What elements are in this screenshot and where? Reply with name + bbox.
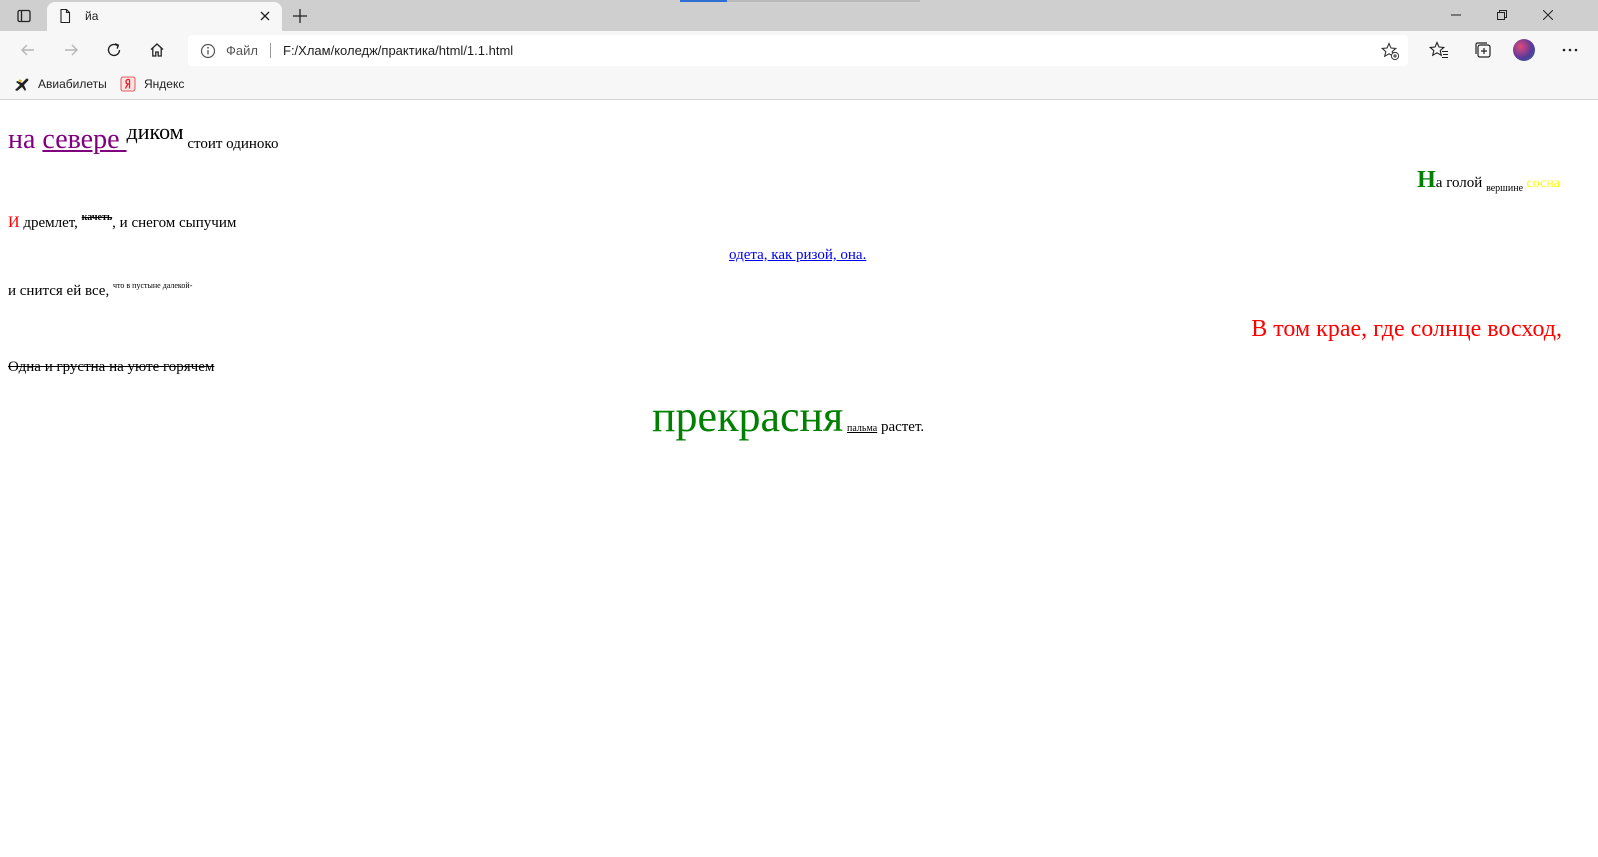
navigation-toolbar: Файл F:/Хлам/коледж/практика/html/1.1.ht…: [0, 31, 1598, 69]
verse-line-7-strikethrough: Одна и грустна на уюте горячем: [8, 359, 215, 375]
tab-title: йа: [85, 9, 99, 23]
reload-button[interactable]: [100, 36, 128, 64]
info-icon[interactable]: [200, 43, 216, 59]
verse-superscript: диком: [126, 119, 184, 144]
tab-actions-icon: [17, 9, 31, 23]
verse-link-severe[interactable]: севере: [42, 124, 126, 155]
verse-text: , и снегом сыпучим: [112, 215, 237, 231]
verse-line-5: и снится ей все, что в пустыне далекой-: [8, 281, 192, 300]
verse-strikethrough-superscript: качеть: [81, 212, 113, 223]
verse-text: дремлет,: [19, 215, 82, 231]
plus-icon: [293, 9, 307, 23]
verse-large-green-text: прекрасня: [652, 392, 844, 441]
arrow-right-icon: [65, 44, 78, 56]
page-icon: [60, 8, 71, 24]
verse-text: а голой: [1435, 175, 1487, 191]
refresh-icon: [107, 43, 121, 57]
home-button[interactable]: [143, 36, 171, 64]
verse-line-6: В том крае, где солнце восход,: [1251, 316, 1562, 342]
bookmark-aviabilety[interactable]: Авиабилеты: [14, 75, 107, 93]
close-icon: [1543, 10, 1553, 20]
favorites-button[interactable]: [1425, 36, 1453, 64]
title-bar: йа: [0, 0, 1598, 31]
arrow-left-icon: [21, 44, 34, 56]
verse-initial-letter: Н: [1417, 167, 1436, 193]
profile-avatar[interactable]: [1513, 39, 1535, 61]
minimize-icon: [1451, 14, 1461, 16]
minimize-button[interactable]: [1434, 0, 1478, 30]
verse-text: растет.: [877, 419, 925, 435]
close-window-button[interactable]: [1526, 0, 1570, 30]
restore-icon: [1497, 10, 1507, 20]
verse-superscript: что в пустыне далекой-: [112, 281, 193, 290]
verse-line-2: На голой вершине сосна: [1417, 167, 1560, 194]
verse-text: стоит одиноко: [183, 136, 279, 152]
verse-yellow-text: сосна: [1523, 176, 1560, 191]
url-text[interactable]: F:/Хлам/коледж/практика/html/1.1.html: [283, 43, 513, 58]
tab-close-button[interactable]: [256, 7, 274, 25]
page-viewport: на севере диком стоит одиноко На голой в…: [0, 101, 1598, 857]
bookmarks-bar: Авиабилеты Яндекс: [0, 69, 1598, 100]
settings-menu-button[interactable]: [1556, 36, 1584, 64]
new-tab-button[interactable]: [288, 4, 312, 28]
forward-button[interactable]: [57, 36, 85, 64]
collections-button[interactable]: [1469, 36, 1497, 64]
address-bar[interactable]: Файл F:/Хлам/коледж/практика/html/1.1.ht…: [188, 35, 1408, 66]
bookmark-yandex[interactable]: Яндекс: [120, 75, 184, 93]
browser-tab[interactable]: йа: [47, 2, 282, 31]
verse-red-letter: И: [8, 214, 20, 231]
verse-underlined-small: пальма: [847, 423, 878, 434]
verse-text: на: [8, 124, 43, 155]
airplane-icon: [14, 76, 30, 92]
bookmark-label: Авиабилеты: [38, 77, 107, 91]
close-icon: [260, 11, 270, 21]
verse-line-3: И дремлет, качеть, и снегом сыпучим: [8, 212, 236, 232]
verse-subscript: вершине: [1486, 183, 1524, 194]
loading-indicator: [680, 0, 920, 2]
more-icon: [1562, 48, 1578, 52]
tab-actions-button[interactable]: [8, 4, 40, 28]
bookmark-label: Яндекс: [144, 77, 185, 91]
favorites-icon: [1429, 41, 1448, 59]
verse-line-1: на севере диком стоит одиноко: [8, 119, 278, 156]
verse-line-4-link[interactable]: одета, как ризой, она.: [729, 247, 866, 264]
verse-line-8: прекрасня пальма растет.: [652, 391, 924, 442]
home-icon: [150, 43, 164, 57]
restore-button[interactable]: [1480, 0, 1524, 30]
address-divider: [270, 43, 271, 58]
collections-icon: [1475, 42, 1491, 58]
add-favorite-icon[interactable]: [1380, 41, 1400, 61]
back-button[interactable]: [14, 36, 42, 64]
site-info-label[interactable]: Файл: [226, 43, 258, 58]
verse-text: и снится ей все,: [8, 283, 113, 299]
yandex-icon: [120, 76, 136, 92]
